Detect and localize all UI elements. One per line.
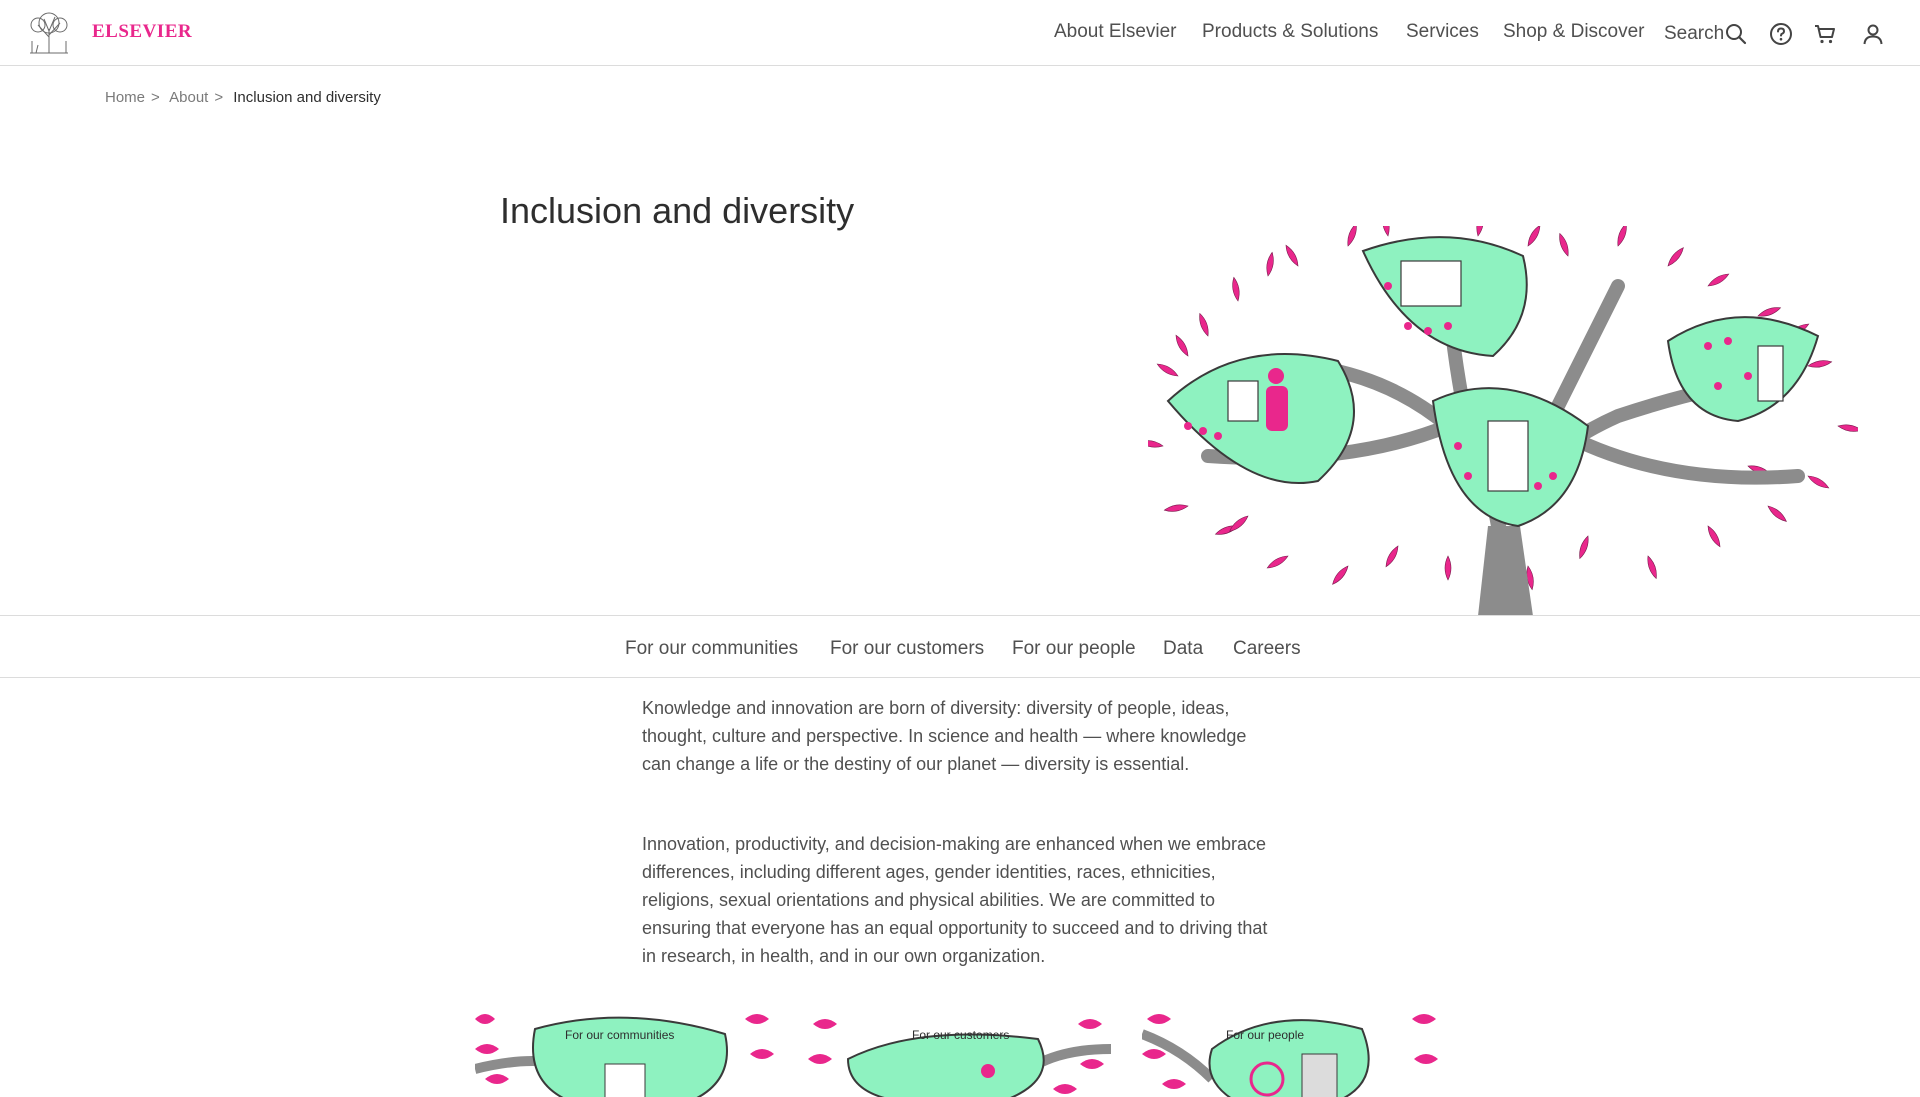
card-label: For our customers xyxy=(912,1028,1010,1042)
breadcrumb-separator: > xyxy=(151,89,160,106)
elsevier-tree-logo[interactable] xyxy=(24,11,74,55)
breadcrumb: Home > About > Inclusion and diversity xyxy=(105,89,387,106)
tab-data[interactable]: Data xyxy=(1163,638,1203,660)
user-icon[interactable] xyxy=(1861,22,1885,46)
top-navigation-bar: ELSEVIER About Elsevier Products & Solut… xyxy=(0,0,1920,66)
card-label: For our communities xyxy=(565,1028,675,1042)
intro-paragraph: Knowledge and innovation are born of div… xyxy=(642,698,1247,774)
tab-for-our-communities[interactable]: For our communities xyxy=(625,638,798,660)
nav-services[interactable]: Services xyxy=(1406,21,1479,43)
brand-wordmark[interactable]: ELSEVIER xyxy=(92,21,192,43)
card-label: For our people xyxy=(1226,1028,1305,1042)
card-for-our-people[interactable]: For our people xyxy=(1142,1009,1445,1097)
card-image xyxy=(808,1009,1111,1097)
search-button-label[interactable]: Search xyxy=(1664,23,1724,45)
help-icon[interactable] xyxy=(1769,22,1793,46)
search-icon[interactable] xyxy=(1724,22,1748,46)
diversity-tree-illustration xyxy=(1148,226,1858,616)
nav-shop-discover[interactable]: Shop & Discover xyxy=(1503,21,1645,43)
tab-for-our-customers[interactable]: For our customers xyxy=(830,638,984,660)
breadcrumb-separator: > xyxy=(214,89,224,106)
commitment-paragraph: Innovation, productivity, and decision-m… xyxy=(642,834,1268,966)
card-image xyxy=(475,1009,778,1097)
section-tabs: For our communities For our customers Fo… xyxy=(0,615,1920,678)
tab-careers[interactable]: Careers xyxy=(1233,638,1301,660)
breadcrumb-current: Inclusion and diversity xyxy=(233,89,381,106)
cart-icon[interactable] xyxy=(1813,22,1837,46)
nav-about-elsevier[interactable]: About Elsevier xyxy=(1054,21,1177,43)
card-for-our-customers[interactable]: For our customers xyxy=(808,1009,1111,1097)
page-title: Inclusion and diversity xyxy=(500,190,855,231)
tab-for-our-people[interactable]: For our people xyxy=(1012,638,1136,660)
tree-trunk xyxy=(1478,526,1533,616)
nav-products-solutions[interactable]: Products & Solutions xyxy=(1202,21,1378,43)
card-for-our-communities[interactable]: For our communities xyxy=(475,1009,778,1097)
breadcrumb-about[interactable]: About xyxy=(169,89,208,106)
card-image xyxy=(1142,1009,1445,1097)
breadcrumb-home[interactable]: Home xyxy=(105,89,145,106)
